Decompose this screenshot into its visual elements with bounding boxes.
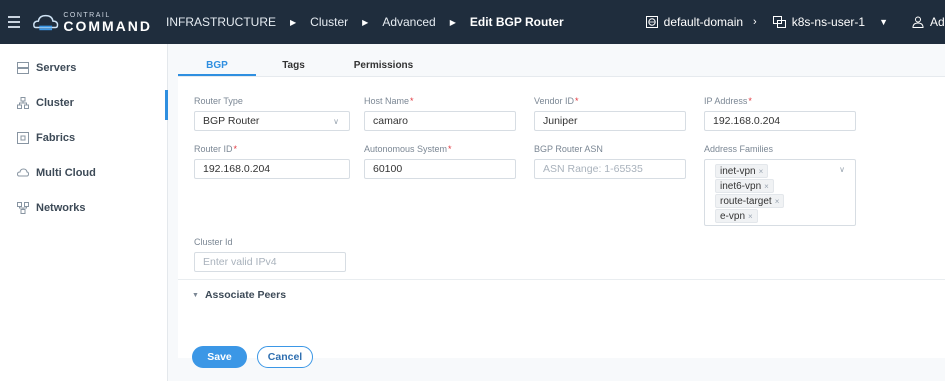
user-menu[interactable]: Admin	[900, 15, 945, 29]
tab-bar: BGP Tags Permissions	[178, 52, 436, 76]
breadcrumb-arrow-icon: ▶	[362, 17, 369, 27]
fabric-icon	[17, 131, 29, 144]
cluster-icon	[17, 96, 29, 109]
section-divider	[178, 279, 945, 280]
ip-address-input[interactable]: 192.168.0.204	[704, 111, 856, 131]
breadcrumb-cluster[interactable]: Cluster	[310, 15, 348, 29]
sidebar-item-multi-cloud[interactable]: Multi Cloud	[0, 155, 167, 190]
address-families-label: Address Families	[704, 144, 774, 154]
bgp-router-form: Router Type BGP Router ∨ Host Name* cama…	[178, 76, 945, 358]
contrail-command-logo[interactable]: CONTRAIL COMMAND	[32, 11, 152, 33]
autonomous-system-value: 60100	[373, 163, 403, 175]
close-icon[interactable]: ×	[764, 182, 769, 191]
autonomous-system-input[interactable]: 60100	[364, 159, 516, 179]
host-name-value: camaro	[373, 115, 409, 127]
address-family-tag: e-vpn ×	[715, 209, 758, 223]
top-bar: CONTRAIL COMMAND INFRASTRUCTURE ▶ Cluste…	[0, 0, 945, 44]
domain-icon	[645, 16, 658, 28]
autonomous-system-label: Autonomous System*	[364, 144, 452, 154]
tab-permissions[interactable]: Permissions	[331, 52, 436, 76]
address-family-tag: inet-vpn ×	[715, 164, 769, 178]
network-icon	[17, 201, 29, 214]
project-icon	[772, 16, 786, 28]
router-type-value: BGP Router	[203, 115, 260, 127]
vendor-id-value: Juniper	[543, 115, 578, 127]
close-icon[interactable]: ×	[748, 212, 753, 221]
associate-peers-toggle[interactable]: ▼ Associate Peers	[192, 289, 286, 301]
cloud-logo-icon	[33, 14, 59, 31]
cluster-id-placeholder: Enter valid IPv4	[203, 256, 277, 268]
breadcrumb-arrow-icon: ▶	[290, 17, 297, 27]
breadcrumb-edit-bgp-router: Edit BGP Router	[469, 15, 564, 29]
bgp-router-asn-input[interactable]: ASN Range: 1-65535	[534, 159, 686, 179]
address-family-tag: route-target ×	[715, 194, 785, 208]
ip-address-label: IP Address*	[704, 96, 752, 106]
cluster-id-input[interactable]: Enter valid IPv4	[194, 252, 346, 272]
tab-bgp[interactable]: BGP	[178, 52, 256, 76]
breadcrumb-advanced[interactable]: Advanced	[382, 15, 435, 29]
menu-icon[interactable]	[8, 0, 20, 44]
domain-selector[interactable]: default-domain ›	[634, 15, 773, 29]
sidebar-item-servers[interactable]: Servers	[0, 50, 167, 85]
user-name: Admin	[930, 15, 945, 29]
router-id-label: Router ID*	[194, 144, 238, 154]
sidebar-item-label: Fabrics	[36, 131, 76, 144]
breadcrumb-infrastructure[interactable]: INFRASTRUCTURE	[166, 15, 276, 29]
server-icon	[17, 61, 29, 74]
router-id-value: 192.168.0.204	[203, 163, 271, 175]
tab-tags[interactable]: Tags	[256, 52, 331, 76]
bgp-router-asn-label: BGP Router ASN	[534, 144, 603, 154]
sidebar-item-cluster[interactable]: Cluster	[0, 85, 168, 120]
close-icon[interactable]: ×	[775, 197, 780, 206]
chevron-down-icon: ∨	[839, 165, 845, 174]
sidebar-item-label: Cluster	[36, 96, 74, 109]
vendor-id-label: Vendor ID*	[534, 96, 579, 106]
close-icon[interactable]: ×	[759, 167, 764, 176]
address-family-tag: inet6-vpn ×	[715, 179, 774, 193]
domain-name: default-domain	[663, 15, 744, 29]
cluster-id-label: Cluster Id	[194, 237, 233, 247]
chevron-down-icon: ▼	[879, 17, 888, 27]
sidebar-item-fabrics[interactable]: Fabrics	[0, 120, 167, 155]
user-icon	[912, 16, 924, 28]
chevron-down-icon: ▼	[192, 291, 199, 299]
bgp-router-asn-placeholder: ASN Range: 1-65535	[543, 163, 643, 175]
breadcrumb-arrow-icon: ▶	[449, 17, 456, 27]
sidebar: Servers Cluster Fabrics Multi Cloud Netw…	[0, 44, 168, 381]
associate-peers-label: Associate Peers	[204, 289, 287, 301]
router-type-select[interactable]: BGP Router ∨	[194, 111, 350, 131]
sidebar-item-label: Multi Cloud	[36, 166, 96, 179]
router-type-label: Router Type	[194, 96, 243, 106]
sidebar-item-label: Servers	[36, 61, 77, 74]
host-name-input[interactable]: camaro	[364, 111, 516, 131]
breadcrumb: INFRASTRUCTURE ▶ Cluster ▶ Advanced ▶ Ed…	[152, 0, 564, 44]
chevron-right-icon: ›	[753, 16, 757, 28]
save-button[interactable]: Save	[192, 346, 247, 368]
sidebar-item-label: Networks	[36, 201, 86, 214]
host-name-label: Host Name*	[364, 96, 414, 106]
cancel-button[interactable]: Cancel	[257, 346, 313, 368]
main-content: BGP Tags Permissions Router Type BGP Rou…	[168, 44, 945, 381]
chevron-down-icon: ∨	[333, 117, 339, 126]
address-families-select[interactable]: inet-vpn × inet6-vpn × route-target × e-vpn…	[704, 159, 856, 226]
ip-address-value: 192.168.0.204	[713, 115, 781, 127]
cloud-icon	[17, 167, 29, 176]
router-id-input[interactable]: 192.168.0.204	[194, 159, 350, 179]
project-name: k8s-ns-user-1	[791, 15, 866, 29]
sidebar-item-networks[interactable]: Networks	[0, 190, 167, 225]
logo-big-text: COMMAND	[63, 17, 152, 34]
project-selector[interactable]: k8s-ns-user-1 ▼	[772, 15, 900, 29]
vendor-id-input[interactable]: Juniper	[534, 111, 686, 131]
